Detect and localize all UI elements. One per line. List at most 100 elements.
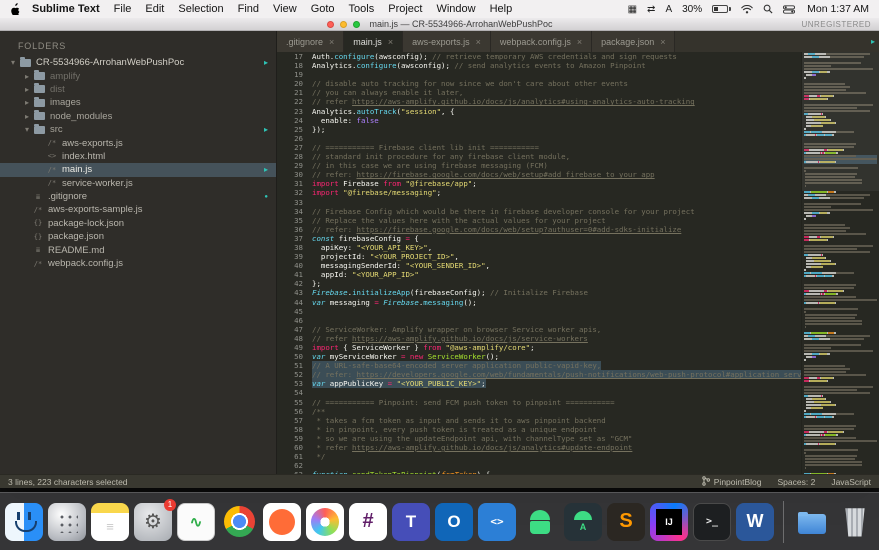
menu-help[interactable]: Help: [490, 3, 513, 15]
code-line[interactable]: * takes a fcm token as input and sends i…: [312, 416, 801, 425]
sidebar-item-index-html[interactable]: <>index.html: [0, 150, 276, 163]
close-icon[interactable]: ×: [329, 37, 334, 47]
dock-notes-icon[interactable]: ≡: [91, 503, 129, 541]
syntax-status[interactable]: JavaScript: [831, 477, 871, 487]
tab-main-js[interactable]: main.js×: [344, 31, 403, 52]
dock-activity-monitor-icon[interactable]: ∿: [177, 503, 215, 541]
tab-webpack-config-js[interactable]: webpack.config.js×: [491, 31, 592, 52]
code-line[interactable]: // refer: https://firebase.google.com/do…: [312, 170, 801, 179]
gutter[interactable]: 1718192021222324252627282930313233343536…: [277, 52, 312, 474]
dock-teams-icon[interactable]: T: [392, 503, 430, 541]
code-line[interactable]: enable: false: [312, 116, 801, 125]
battery-icon[interactable]: [712, 5, 731, 13]
code-line[interactable]: });: [312, 125, 801, 134]
menu-tools[interactable]: Tools: [349, 3, 375, 15]
code-line[interactable]: */: [312, 452, 801, 461]
code-line[interactable]: // refer https://aws-amplify.github.io/d…: [312, 334, 801, 343]
code-line[interactable]: import "@firebase/messaging";: [312, 188, 801, 197]
close-icon[interactable]: ×: [660, 37, 665, 47]
code-line[interactable]: // refer: https://firebase.google.com/do…: [312, 225, 801, 234]
code-line[interactable]: [312, 134, 801, 143]
sidebar-item-service-worker-js[interactable]: /*service-worker.js: [0, 177, 276, 190]
indentation-status[interactable]: Spaces: 2: [778, 477, 816, 487]
input-source-icon[interactable]: A: [665, 4, 672, 15]
dock-downloads-folder-icon[interactable]: [793, 503, 831, 541]
code-line[interactable]: };: [312, 279, 801, 288]
dock-sublime-text-icon[interactable]: S: [607, 503, 645, 541]
sidebar-item-package-lock-json[interactable]: {}package-lock.json: [0, 217, 276, 230]
code-line[interactable]: var myServiceWorker = new ServiceWorker(…: [312, 352, 801, 361]
display-icon[interactable]: ▦: [628, 4, 637, 15]
dock-slack-icon[interactable]: #: [349, 503, 387, 541]
tab-package-json[interactable]: package.json×: [592, 31, 675, 52]
code-line[interactable]: // refer https://aws-amplify.github.io/d…: [312, 97, 801, 106]
code-line[interactable]: Firebase.initializeApp(firebaseConfig); …: [312, 288, 801, 297]
menu-window[interactable]: Window: [436, 3, 475, 15]
minimap[interactable]: [801, 52, 879, 474]
code-line[interactable]: [312, 316, 801, 325]
dock-finder-icon[interactable]: [5, 503, 43, 541]
code-line[interactable]: [312, 461, 801, 470]
dock-terminal-icon[interactable]: >_: [693, 503, 731, 541]
code-line[interactable]: // =========== Firebase client lib init …: [312, 143, 801, 152]
close-button[interactable]: [327, 21, 334, 28]
dock-chrome-icon[interactable]: [220, 503, 258, 541]
sidebar-item-amplify[interactable]: ▸amplify: [0, 69, 276, 82]
code-line[interactable]: import Firebase from "@firebase/app";: [312, 179, 801, 188]
sidebar-item-cr-5534966-arrohanwebpushpoc[interactable]: ▾CR-5534966-ArrohanWebPushPoc▸: [0, 56, 276, 69]
control-center-icon[interactable]: [783, 5, 795, 14]
close-icon[interactable]: ×: [577, 37, 582, 47]
code-line[interactable]: // =========== Pinpoint: send FCM push t…: [312, 398, 801, 407]
dock-trash-icon[interactable]: [836, 503, 874, 541]
code-line[interactable]: Analytics.configure(awsconfig); // send …: [312, 61, 801, 70]
code-line[interactable]: // A URL-safe-base64-encoded server appl…: [312, 361, 801, 370]
spotlight-icon[interactable]: [763, 4, 773, 14]
code-line[interactable]: var messaging = Firebase.messaging();: [312, 298, 801, 307]
tab-overflow-icon[interactable]: ▸: [871, 37, 875, 46]
code-line[interactable]: [312, 70, 801, 79]
code-line[interactable]: * in pinpoint, every push token is treat…: [312, 425, 801, 434]
sidebar-item-package-json[interactable]: {}package.json: [0, 230, 276, 243]
code-line[interactable]: [312, 307, 801, 316]
menu-find[interactable]: Find: [238, 3, 259, 15]
code-line[interactable]: // standard init procedure for any fireb…: [312, 152, 801, 161]
sidebar-item-main-js[interactable]: /*main.js▸: [0, 163, 276, 176]
dock-launchpad-icon[interactable]: [48, 503, 86, 541]
sidebar-item-readme-md[interactable]: ≣README.md: [0, 243, 276, 256]
sidebar-item-node-modules[interactable]: ▸node_modules: [0, 110, 276, 123]
disclosure-closed-icon[interactable]: ▸: [22, 72, 32, 81]
code-line[interactable]: // disable auto tracking for now since w…: [312, 79, 801, 88]
menu-selection[interactable]: Selection: [178, 3, 223, 15]
disclosure-open-icon[interactable]: ▾: [8, 58, 18, 67]
close-icon[interactable]: ×: [476, 37, 481, 47]
code-line[interactable]: appId: "<YOUR_APP_ID>": [312, 270, 801, 279]
code-line[interactable]: // Replace the values here with the actu…: [312, 216, 801, 225]
close-icon[interactable]: ×: [388, 37, 393, 47]
code-line[interactable]: [312, 198, 801, 207]
code-line[interactable]: apiKey: "<YOUR_API_KEY>",: [312, 243, 801, 252]
code-line[interactable]: // ServiceWorker: Amplify wrapper on bro…: [312, 325, 801, 334]
code-line[interactable]: /**: [312, 407, 801, 416]
dock-vscode-icon[interactable]: <>: [478, 503, 516, 541]
sidebar-item-src[interactable]: ▾src▸: [0, 123, 276, 136]
editor[interactable]: 1718192021222324252627282930313233343536…: [277, 52, 879, 474]
tab-gitignore[interactable]: .gitignore×: [277, 31, 344, 52]
dock-photos-icon[interactable]: [306, 503, 344, 541]
disclosure-closed-icon[interactable]: ▸: [22, 98, 32, 107]
menu-goto[interactable]: Goto: [311, 3, 335, 15]
sidebar-item-gitignore[interactable]: ≣.gitignore●: [0, 190, 276, 203]
code-line[interactable]: messagingSenderId: "<YOUR_SENDER_ID>",: [312, 261, 801, 270]
title-bar[interactable]: main.js — CR-5534966-ArrohanWebPushPoc U…: [0, 18, 879, 31]
disclosure-closed-icon[interactable]: ▸: [22, 112, 32, 121]
menu-edit[interactable]: Edit: [145, 3, 164, 15]
sidebar-item-aws-exports-js[interactable]: /*aws-exports.js: [0, 136, 276, 149]
code-line[interactable]: * refer https://aws-amplify.github.io/do…: [312, 443, 801, 452]
dock-outlook-icon[interactable]: O: [435, 503, 473, 541]
code-line[interactable]: // in this case we are using firebase me…: [312, 161, 801, 170]
tab-aws-exports-js[interactable]: aws-exports.js×: [403, 31, 491, 52]
code-line[interactable]: projectId: "<YOUR_PROJECT_ID>",: [312, 252, 801, 261]
dock-postman-icon[interactable]: [263, 503, 301, 541]
code-line[interactable]: // refer: https://developers.google.com/…: [312, 370, 801, 379]
code-line[interactable]: * so we are using the updateEndpoint api…: [312, 434, 801, 443]
menu-view[interactable]: View: [273, 3, 297, 15]
